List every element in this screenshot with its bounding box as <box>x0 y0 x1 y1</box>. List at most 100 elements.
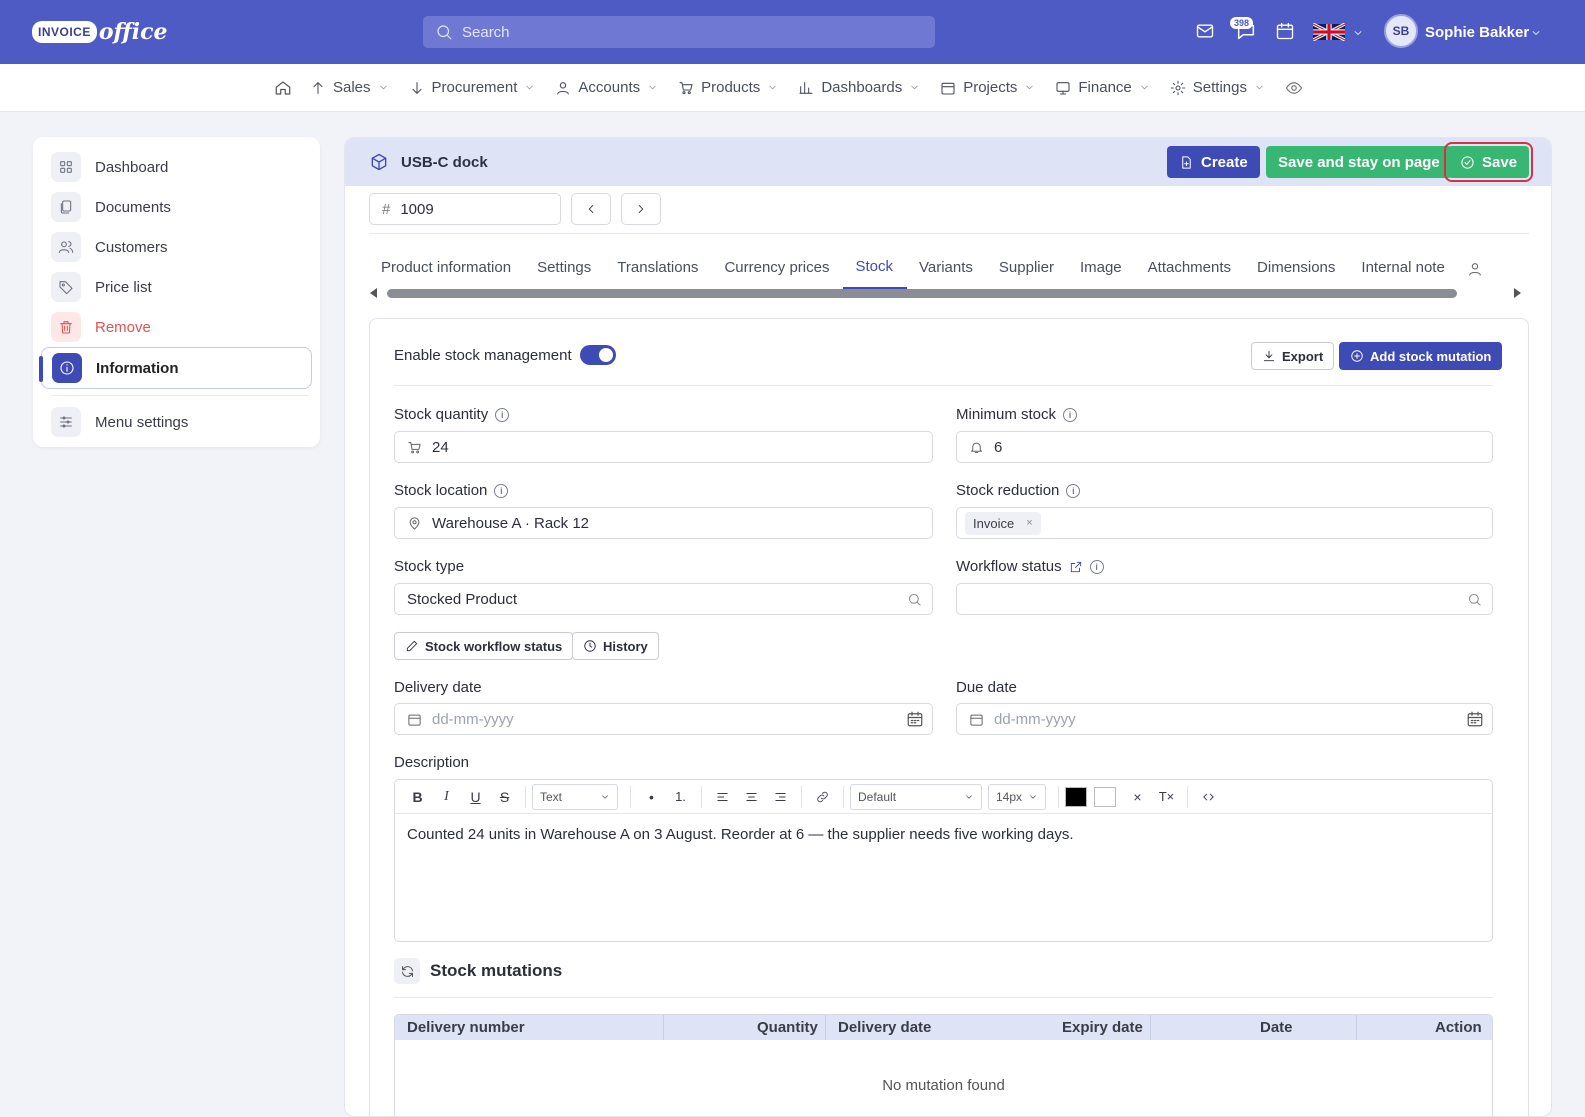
create-button[interactable]: Create <box>1167 146 1260 178</box>
font-select[interactable]: Default <box>850 783 982 810</box>
col-delivery-date[interactable]: Delivery date <box>838 1019 931 1036</box>
export-button[interactable]: Export <box>1251 342 1335 370</box>
info-icon[interactable]: i <box>1066 483 1081 498</box>
nav-products[interactable]: Products <box>678 79 778 96</box>
tab-supplier[interactable]: Supplier <box>987 249 1068 288</box>
tab-internal-note[interactable]: Internal note <box>1349 249 1458 288</box>
eye-icon[interactable] <box>1285 79 1303 97</box>
calendar-icon[interactable] <box>1275 21 1295 41</box>
tab-variants[interactable]: Variants <box>907 249 987 288</box>
tab-attachments[interactable]: Attachments <box>1136 249 1245 288</box>
col-date[interactable]: Date <box>1260 1019 1293 1036</box>
scroll-right-icon[interactable] <box>1512 288 1522 298</box>
sidebar-item-menu-settings[interactable]: Menu settings <box>41 402 312 442</box>
format-select[interactable]: Text <box>532 783 618 810</box>
mail-icon[interactable] <box>1195 21 1215 41</box>
nav-procurement[interactable]: Procurement <box>409 79 536 96</box>
tab-currency-prices[interactable]: Currency prices <box>712 249 843 288</box>
tab-dimensions[interactable]: Dimensions <box>1245 249 1349 288</box>
enable-stock-toggle[interactable] <box>580 345 616 365</box>
info-icon[interactable]: i <box>494 483 509 498</box>
info-icon[interactable]: i <box>1063 407 1078 422</box>
next-record-button[interactable] <box>621 193 661 225</box>
remove-chip-icon[interactable]: × <box>1026 517 1032 529</box>
description-text[interactable]: Counted 24 units in Warehouse A on 3 Aug… <box>395 814 1492 855</box>
user-tab-icon[interactable] <box>1467 261 1483 277</box>
search-input[interactable] <box>462 23 902 41</box>
align-left-icon[interactable] <box>708 790 737 804</box>
bullet-list-icon[interactable]: • <box>637 789 666 805</box>
minimum-stock-field[interactable]: 6 <box>956 431 1493 463</box>
due-date-field[interactable]: dd-mm-yyyy <box>956 703 1493 735</box>
chevron-down-icon[interactable] <box>1352 27 1364 39</box>
clear-color-icon[interactable]: × <box>1123 789 1152 805</box>
sliders-icon <box>51 407 81 437</box>
col-delivery-number[interactable]: Delivery number <box>407 1019 525 1036</box>
code-icon[interactable] <box>1194 790 1223 804</box>
scrollbar-thumb[interactable] <box>387 289 1457 298</box>
save-and-stay-button[interactable]: Save and stay on page <box>1266 146 1452 178</box>
delivery-date-field[interactable]: dd-mm-yyyy <box>394 703 933 735</box>
col-quantity[interactable]: Quantity <box>757 1019 818 1036</box>
calendar-picker-icon[interactable] <box>906 710 924 728</box>
tab-image[interactable]: Image <box>1068 249 1136 288</box>
calendar-picker-icon[interactable] <box>1466 710 1484 728</box>
avatar[interactable]: SB <box>1384 14 1418 48</box>
tab-product-information[interactable]: Product information <box>369 249 525 288</box>
nav-finance[interactable]: Finance <box>1055 79 1149 96</box>
align-center-icon[interactable] <box>737 790 766 804</box>
italic-icon[interactable]: I <box>432 789 461 805</box>
tab-translations[interactable]: Translations <box>605 249 712 288</box>
scroll-left-icon[interactable] <box>369 288 379 298</box>
stock-location-field[interactable]: Warehouse A · Rack 12 <box>394 507 933 539</box>
nav-settings[interactable]: Settings <box>1170 79 1265 96</box>
sidebar-item-documents[interactable]: Documents <box>41 187 312 227</box>
bold-icon[interactable]: B <box>403 789 432 805</box>
uk-flag-icon[interactable] <box>1313 23 1345 41</box>
sidebar-item-price-list[interactable]: Price list <box>41 267 312 307</box>
nav-projects[interactable]: Projects <box>940 79 1035 96</box>
sidebar-item-dashboard[interactable]: Dashboard <box>41 147 312 187</box>
previous-record-button[interactable] <box>571 193 611 225</box>
user-menu-chevron-icon[interactable] <box>1530 27 1542 39</box>
sidebar-item-remove[interactable]: Remove <box>41 307 312 347</box>
col-expiry-date[interactable]: Expiry date <box>1062 1019 1143 1036</box>
align-right-icon[interactable] <box>766 790 795 804</box>
app-logo[interactable]: INVOICE office <box>32 14 167 50</box>
numbered-list-icon[interactable]: 1. <box>666 789 695 804</box>
nav-sales[interactable]: Sales <box>310 79 389 96</box>
stock-type-select[interactable]: Stocked Product <box>394 583 933 615</box>
search-bar[interactable] <box>423 16 935 48</box>
font-size-select[interactable]: 14px <box>988 783 1046 810</box>
workflow-status-select[interactable] <box>956 583 1493 615</box>
clear-format-icon[interactable]: T× <box>1152 789 1181 804</box>
delivery-date-label: Delivery date <box>394 679 482 696</box>
save-button-label: Save <box>1482 153 1518 171</box>
info-icon[interactable]: i <box>495 407 510 422</box>
save-button[interactable]: Save <box>1443 142 1534 182</box>
text-color-swatch[interactable] <box>1065 786 1087 807</box>
stock-workflow-status-button[interactable]: Stock workflow status <box>394 632 574 660</box>
underline-icon[interactable]: U <box>461 789 490 805</box>
tab-settings[interactable]: Settings <box>525 249 605 288</box>
col-action[interactable]: Action <box>1435 1019 1482 1036</box>
nav-accounts[interactable]: Accounts <box>555 79 658 96</box>
stock-reduction-field[interactable]: Invoice × <box>956 507 1493 539</box>
info-icon[interactable]: i <box>1089 559 1104 574</box>
user-name[interactable]: Sophie Bakker <box>1425 24 1529 41</box>
external-edit-icon[interactable] <box>1069 560 1083 574</box>
product-number-field[interactable]: # 1009 <box>369 193 561 225</box>
tab-stock[interactable]: Stock <box>843 248 907 289</box>
history-button[interactable]: History <box>572 632 659 660</box>
background-color-swatch[interactable] <box>1094 786 1116 807</box>
plus-circle-icon <box>1351 350 1363 362</box>
stock-quantity-field[interactable]: 24 <box>394 431 933 463</box>
nav-dashboards[interactable]: Dashboards <box>798 79 920 96</box>
home-icon[interactable] <box>274 79 292 97</box>
link-icon[interactable] <box>808 790 837 804</box>
strikethrough-icon[interactable]: S <box>490 789 519 805</box>
tab-scrollbar[interactable] <box>369 285 1522 301</box>
sidebar-item-customers[interactable]: Customers <box>41 227 312 267</box>
sidebar-item-information[interactable]: Information <box>39 347 312 389</box>
add-stock-mutation-button[interactable]: Add stock mutation <box>1339 342 1503 370</box>
